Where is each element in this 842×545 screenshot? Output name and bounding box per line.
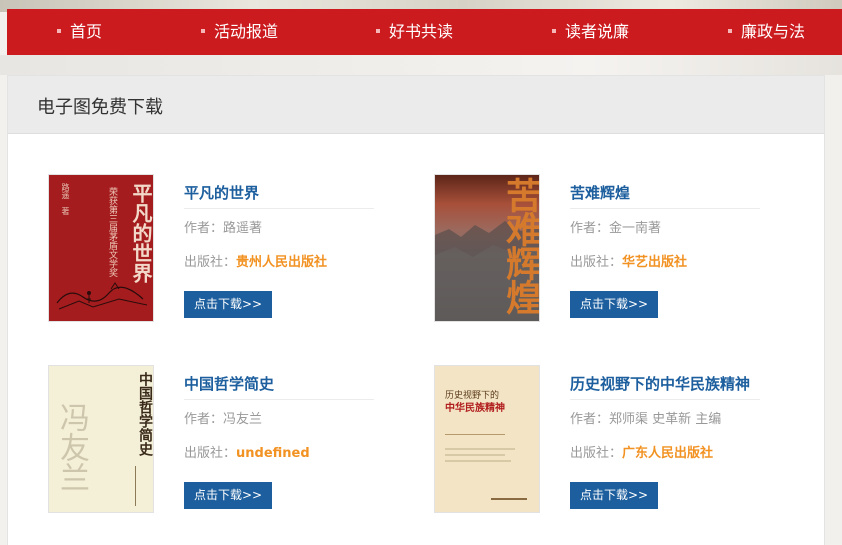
- nav-item-book-sharing[interactable]: 好书共读: [376, 9, 453, 55]
- download-button[interactable]: 点击下载>>: [184, 482, 272, 509]
- divider: [184, 208, 374, 209]
- divider: [570, 399, 760, 400]
- book-title-link[interactable]: 平凡的世界: [184, 182, 259, 203]
- download-panel: 电子图免费下载 平凡的世界 荣获第三届茅盾文学奖 路遥 著 平凡的世界 作者：路…: [7, 75, 825, 545]
- bullet-icon: [57, 28, 61, 33]
- publisher-label: 出版社：: [570, 255, 623, 270]
- nav-item-activity-reports[interactable]: 活动报道: [201, 9, 278, 55]
- divider: [570, 208, 760, 209]
- publisher-name: 华艺出版社: [622, 255, 688, 270]
- page-margin: [824, 75, 842, 544]
- book-cover-2[interactable]: 苦难辉煌: [434, 174, 540, 322]
- download-button[interactable]: 点击下载>>: [570, 291, 658, 318]
- publisher-name: 贵州人民出版社: [236, 255, 328, 270]
- cover-decoration: [135, 466, 150, 506]
- book-title-link[interactable]: 苦难辉煌: [570, 182, 630, 203]
- publisher-label: 出版社：: [184, 255, 237, 270]
- nav-item-integrity-law[interactable]: 廉政与法: [728, 9, 805, 55]
- nav-item-reader-talks[interactable]: 读者说廉: [552, 9, 629, 55]
- book-cover-4[interactable]: 历史视野下的 中华民族精神: [434, 365, 540, 513]
- cover-rule: [445, 460, 511, 462]
- download-button[interactable]: 点击下载>>: [570, 482, 658, 509]
- cover-title-text: 中国哲学简史: [137, 372, 153, 456]
- main-nav: 首页 活动报道 好书共读 读者说廉 廉政与法: [7, 9, 842, 55]
- panel-header: 电子图免费下载: [8, 76, 824, 134]
- page-background: [0, 55, 842, 75]
- nav-item-label: 首页: [70, 22, 103, 41]
- nav-item-home[interactable]: 首页: [57, 9, 102, 55]
- bullet-icon: [728, 28, 732, 33]
- publisher-name: 广东人民出版社: [622, 446, 714, 461]
- download-button[interactable]: 点击下载>>: [184, 291, 272, 318]
- cover-author-text: 冯友兰: [54, 402, 89, 492]
- cover-rule: [491, 498, 527, 500]
- divider: [184, 399, 374, 400]
- book-title-link[interactable]: 中国哲学简史: [184, 373, 274, 394]
- publisher-label: 出版社：: [184, 446, 237, 461]
- cover-rule: [445, 454, 505, 456]
- cover-title-block: 历史视野下的 中华民族精神: [445, 390, 531, 430]
- cover-rule: [445, 434, 505, 435]
- book-author: 作者：郑师渠 史革新 主编: [570, 412, 722, 427]
- cover-illustration: [56, 282, 148, 310]
- book-publisher-row: 出版社：华艺出版社: [570, 251, 687, 270]
- publisher-label: 出版社：: [570, 446, 623, 461]
- book-title-link[interactable]: 历史视野下的中华民族精神: [570, 373, 750, 394]
- book-cover-1[interactable]: 平凡的世界 荣获第三届茅盾文学奖 路遥 著: [48, 174, 154, 322]
- publisher-name: undefined: [236, 446, 310, 461]
- book-cover-3[interactable]: 中国哲学简史 冯友兰: [48, 365, 154, 513]
- book-publisher-row: 出版社：undefined: [184, 442, 310, 461]
- cover-title-line: 中华民族精神: [445, 403, 505, 414]
- nav-item-label: 读者说廉: [565, 22, 630, 41]
- book-publisher-row: 出版社：广东人民出版社: [570, 442, 713, 461]
- cover-rule: [445, 448, 515, 450]
- book-publisher-row: 出版社：贵州人民出版社: [184, 251, 327, 270]
- nav-item-label: 活动报道: [214, 22, 279, 41]
- nav-item-label: 好书共读: [389, 22, 454, 41]
- bullet-icon: [552, 28, 556, 33]
- book-author: 作者：冯友兰: [184, 412, 263, 427]
- bullet-icon: [201, 28, 205, 33]
- bullet-icon: [376, 28, 380, 33]
- nav-item-label: 廉政与法: [741, 22, 806, 41]
- cover-title-line: 历史视野下的: [445, 391, 500, 401]
- book-author: 作者：路遥著: [184, 221, 263, 236]
- cover-title-text: 苦难辉煌: [500, 177, 540, 313]
- panel-title: 电子图免费下载: [37, 97, 163, 118]
- book-author: 作者：金一南著: [570, 221, 662, 236]
